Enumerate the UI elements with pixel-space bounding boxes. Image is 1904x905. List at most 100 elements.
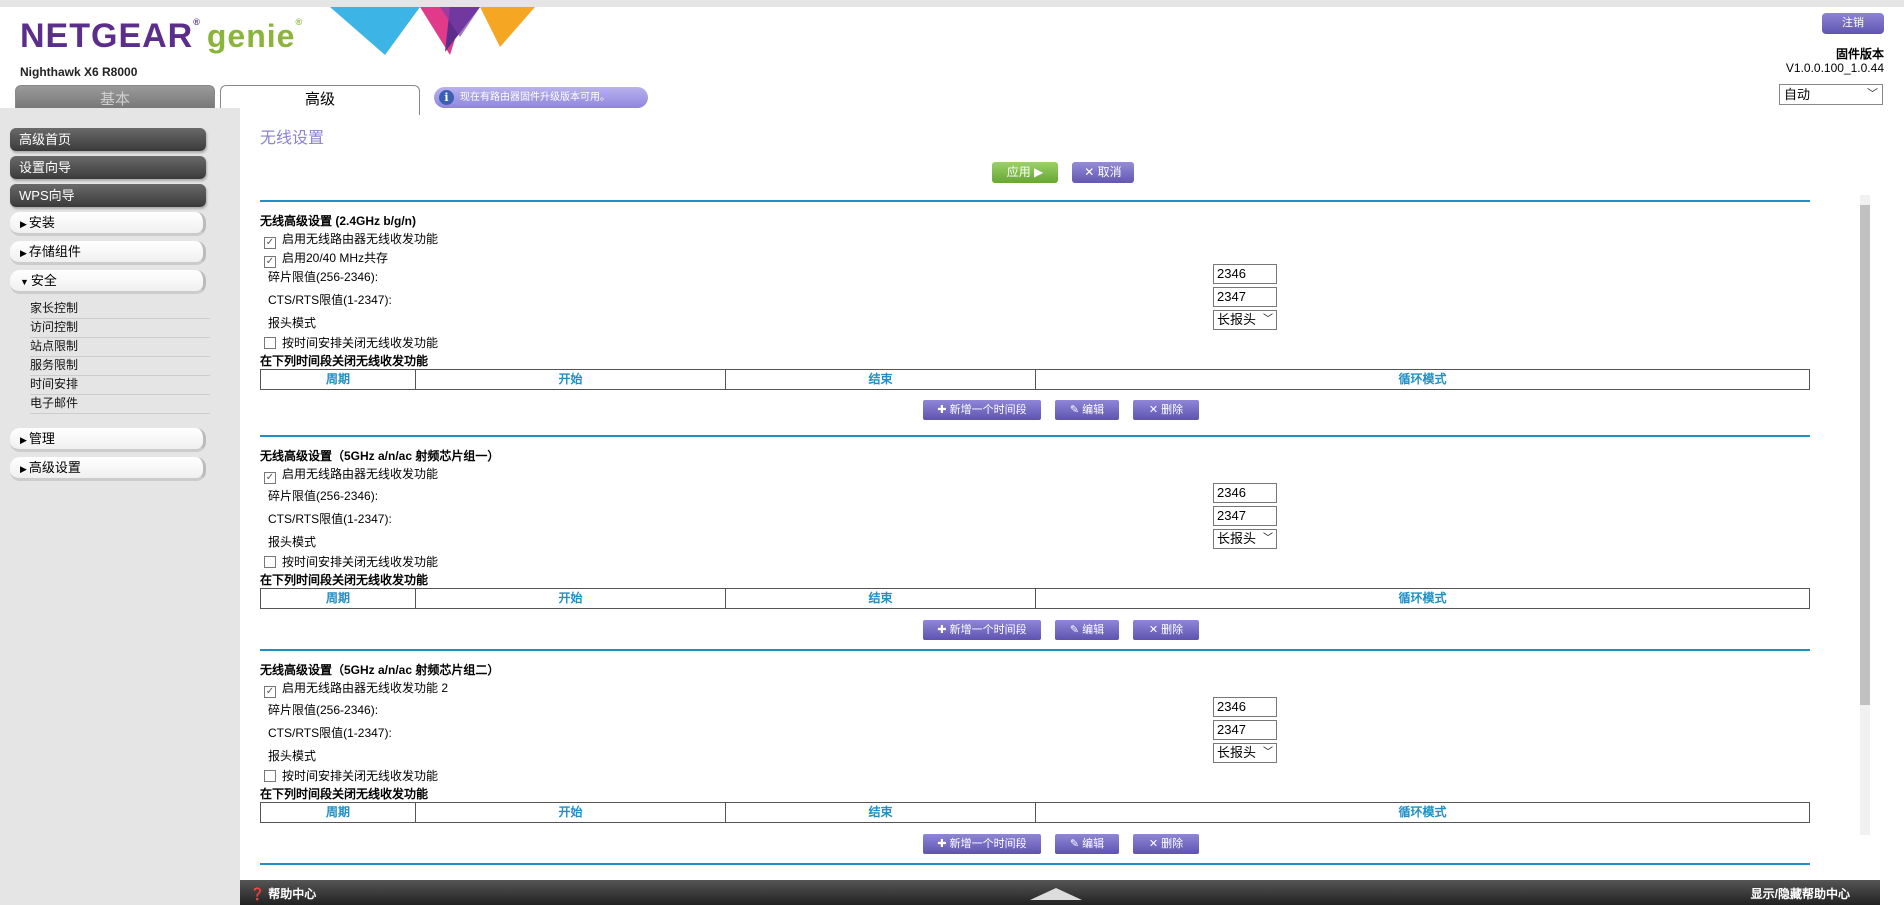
enable-radio-checkbox[interactable]: ✓ 启用无线路由器无线收发功能 (264, 230, 438, 249)
col-start: 开始 (416, 803, 726, 822)
col-repeat: 循环模式 (1398, 372, 1447, 386)
schedule-checkbox[interactable]: 按时间安排关闭无线收发功能 (264, 553, 438, 570)
schedule-checkbox[interactable]: 按时间安排关闭无线收发功能 (264, 334, 438, 351)
page-title: 无线设置 (260, 130, 325, 147)
section-title: 无线高级设置 (2.4GHz b/g/n) (260, 214, 417, 228)
decorative-triangles (330, 7, 535, 55)
sidebar-group-security[interactable]: ▼ 安全 (10, 270, 206, 294)
logout-button[interactable]: 注销 (1822, 13, 1884, 34)
vertical-scrollbar[interactable] (1860, 195, 1870, 835)
checkbox-checked-icon: ✓ (264, 237, 276, 249)
sidebar-group-setup[interactable]: ▶ 安装 (10, 212, 206, 236)
rts-label: CTS/RTS限值(1-2347): (268, 293, 392, 307)
apply-button[interactable]: 应用 ▶ (992, 162, 1058, 183)
preamble-label: 报头模式 (268, 749, 317, 763)
frag-input[interactable]: 2346 (1213, 483, 1277, 503)
firmware-title: 固件版本 (1835, 47, 1884, 61)
firmware-update-notice[interactable]: i 现在有路由器固件升级版本可用。 (434, 87, 648, 108)
frag-label: 碎片限值(256-2346): (268, 489, 379, 503)
sidebar-group-storage[interactable]: ▶ 存储组件 (10, 241, 206, 265)
preamble-select[interactable]: 长报头 ﹀ (1213, 310, 1277, 330)
chevron-down-icon: ﹀ (1263, 314, 1273, 325)
sidebar-item-block-services[interactable]: 服务限制 (30, 358, 210, 376)
rts-label: CTS/RTS限值(1-2347): (268, 512, 392, 526)
preamble-label: 报头模式 (268, 535, 317, 549)
checkbox-checked-icon: ✓ (264, 256, 276, 268)
sidebar-item-access-control[interactable]: 访问控制 (30, 320, 210, 338)
section-title: 无线高级设置（5GHz a/n/ac 射频芯片组二） (260, 663, 500, 677)
sidebar-group-admin[interactable]: ▶ 管理 (10, 428, 206, 452)
cancel-button[interactable]: ✕ 取消 (1072, 162, 1134, 183)
delete-button[interactable]: ✕ 删除 (1133, 834, 1199, 854)
sidebar-item-setup-wizard[interactable]: 设置向导 (10, 156, 206, 179)
tab-advanced[interactable]: 高级 (220, 85, 420, 115)
main-content: 无线设置 应用 ▶ ✕ 取消 无线高级设置 (2.4GHz b/g/n) ✓ 启用… (240, 120, 1880, 880)
edit-button[interactable]: ✎ 编辑 (1055, 834, 1119, 854)
schedule-title: 在下列时间段关闭无线收发功能 (260, 354, 429, 368)
firmware-version: V1.0.0.100_1.0.44 (1785, 61, 1884, 75)
chevron-down-icon: ﹀ (1263, 747, 1273, 758)
rts-input[interactable]: 2347 (1213, 720, 1277, 740)
sidebar-item-wps-wizard[interactable]: WPS向导 (10, 184, 206, 207)
frag-input[interactable]: 2346 (1213, 264, 1277, 284)
scrollbar-thumb[interactable] (1860, 205, 1870, 705)
rts-input[interactable]: 2347 (1213, 506, 1277, 526)
edit-button[interactable]: ✎ 编辑 (1055, 620, 1119, 640)
sidebar-item-advanced-home[interactable]: 高级首页 (10, 128, 206, 151)
help-footer: ❓ 帮助中心 显示/隐藏帮助中心 (240, 880, 1880, 905)
divider (260, 863, 1810, 865)
sidebar: 高级首页 设置向导 WPS向导 ▶ 安装 ▶ 存储组件 ▼ 安全 家长控制 访问控制 … (0, 108, 240, 905)
rts-input[interactable]: 2347 (1213, 287, 1277, 307)
language-select[interactable]: 自动 ﹀ (1779, 84, 1883, 105)
schedule-title: 在下列时间段关闭无线收发功能 (260, 573, 429, 587)
sidebar-item-parental-control[interactable]: 家长控制 (30, 301, 210, 319)
checkbox-checked-icon: ✓ (264, 472, 276, 484)
col-end: 结束 (726, 589, 1036, 608)
add-period-button[interactable]: ✚ 新增一个时间段 (923, 620, 1041, 640)
edit-button[interactable]: ✎ 编辑 (1055, 400, 1119, 420)
sidebar-item-email[interactable]: 电子邮件 (30, 396, 210, 414)
col-period: 周期 (261, 803, 416, 822)
divider (260, 435, 1810, 437)
add-period-button[interactable]: ✚ 新增一个时间段 (923, 400, 1041, 420)
firmware-info: 固件版本 V1.0.0.100_1.0.44 (1786, 47, 1884, 75)
preamble-select[interactable]: 长报头 ﹀ (1213, 743, 1277, 763)
toggle-help-link[interactable]: 显示/隐藏帮助中心 (1751, 885, 1850, 902)
router-model: Nighthawk X6 R8000 (20, 65, 138, 79)
header: NETGEAR® genie® Nighthawk X6 R8000 基本 高级 … (0, 0, 1904, 115)
checkbox-unchecked-icon (264, 337, 276, 349)
col-end: 结束 (726, 370, 1036, 389)
help-center-link[interactable]: ❓ 帮助中心 (250, 885, 316, 902)
col-period: 周期 (261, 370, 416, 389)
schedule-table-header: 周期 开始 结束 循环模式 (260, 588, 1810, 609)
sidebar-item-schedule[interactable]: 时间安排 (30, 377, 210, 395)
section-title: 无线高级设置（5GHz a/n/ac 射频芯片组一） (260, 449, 500, 463)
netgear-genie-logo: NETGEAR® genie® (20, 17, 304, 55)
col-repeat: 循环模式 (1398, 591, 1447, 605)
frag-label: 碎片限值(256-2346): (268, 270, 379, 284)
chevron-down-icon: ﹀ (1263, 533, 1273, 544)
enable-radio-checkbox[interactable]: ✓ 启用无线路由器无线收发功能 2 (264, 679, 448, 698)
sidebar-group-advanced-setup[interactable]: ▶ 高级设置 (10, 457, 206, 481)
frag-input[interactable]: 2346 (1213, 697, 1277, 717)
schedule-title: 在下列时间段关闭无线收发功能 (260, 787, 429, 801)
checkbox-unchecked-icon (264, 770, 276, 782)
sidebar-item-block-sites[interactable]: 站点限制 (30, 339, 210, 357)
col-start: 开始 (416, 589, 726, 608)
schedule-table-header: 周期 开始 结束 循环模式 (260, 369, 1810, 390)
delete-button[interactable]: ✕ 删除 (1133, 620, 1199, 640)
divider (260, 200, 1810, 202)
delete-button[interactable]: ✕ 删除 (1133, 400, 1199, 420)
col-period: 周期 (261, 589, 416, 608)
info-icon: i (439, 90, 454, 105)
schedule-checkbox[interactable]: 按时间安排关闭无线收发功能 (264, 767, 438, 784)
add-period-button[interactable]: ✚ 新增一个时间段 (923, 834, 1041, 854)
coexist-checkbox[interactable]: ✓ 启用20/40 MHz共存 (264, 249, 388, 268)
enable-radio-checkbox[interactable]: ✓ 启用无线路由器无线收发功能 (264, 465, 438, 484)
checkbox-checked-icon: ✓ (264, 686, 276, 698)
expand-help-icon[interactable] (1030, 888, 1082, 900)
divider (260, 649, 1810, 651)
frag-label: 碎片限值(256-2346): (268, 703, 379, 717)
rts-label: CTS/RTS限值(1-2347): (268, 726, 392, 740)
preamble-select[interactable]: 长报头 ﹀ (1213, 529, 1277, 549)
